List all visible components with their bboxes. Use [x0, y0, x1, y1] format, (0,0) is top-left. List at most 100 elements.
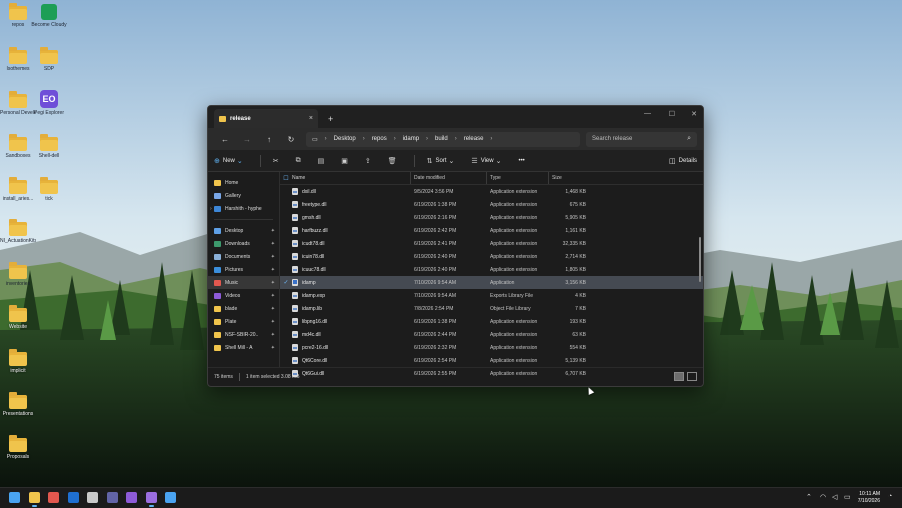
desktop-icon-website[interactable]: Website: [0, 305, 36, 330]
search-input[interactable]: Search release ⌕: [586, 131, 697, 147]
desktop-icon-shell-dell[interactable]: Shell-dell: [31, 134, 67, 159]
desktop-icon-inventories[interactable]: inventories: [0, 262, 36, 287]
table-row[interactable]: freetype.dll 6/19/2026 1:38 PM Application…: [280, 198, 703, 211]
app-window-icon[interactable]: [145, 492, 157, 507]
breadcrumb[interactable]: ▭ › Desktop › repos › idamp › build › re…: [306, 131, 580, 147]
table-row[interactable]: dxil.dll 9/5/2024 3:56 PM Application exte…: [280, 185, 703, 198]
desktop-icon-ni-actuationkits[interactable]: NI_ActuationKits: [0, 219, 36, 244]
table-row[interactable]: libpng16.dll 6/19/2026 1:38 PM Application…: [280, 315, 703, 328]
table-row[interactable]: icuin78.dll 6/19/2026 2:40 PM Application …: [280, 250, 703, 263]
column-header-type[interactable]: Type: [487, 175, 548, 181]
monitor-icon[interactable]: ▭: [312, 136, 318, 143]
file-size: 5,139 KB: [565, 357, 586, 364]
sidebar-item-documents[interactable]: Documents ✦: [208, 250, 279, 263]
back-arrow-icon[interactable]: ←: [214, 135, 236, 144]
vertical-scrollbar[interactable]: [699, 237, 701, 282]
sidebar-item-label: Downloads: [225, 240, 250, 247]
forward-arrow-icon[interactable]: →: [236, 135, 258, 144]
sidebar-item-nsf-sbir[interactable]: NSF-SBIR-20.. ✦: [208, 328, 279, 341]
table-row[interactable]: pcre2-16.dll 6/19/2026 2:32 PM Application…: [280, 341, 703, 354]
up-arrow-icon[interactable]: ↑: [258, 135, 280, 144]
tab-release[interactable]: release ×: [214, 109, 318, 128]
table-row[interactable]: idamp.lib 7/8/2026 2:54 PM Object File Lib…: [280, 302, 703, 315]
table-row[interactable]: idamp.exp 7/10/2026 9:54 AM Exports Librar…: [280, 289, 703, 302]
sidebar-item-music[interactable]: Music ✦: [208, 276, 279, 289]
notepad-icon[interactable]: [87, 492, 98, 503]
sidebar-item-gallery[interactable]: Gallery: [208, 189, 279, 202]
teams-icon[interactable]: [106, 492, 118, 503]
column-header-name[interactable]: Name: [292, 175, 410, 181]
share-button[interactable]: ⇪: [365, 157, 374, 165]
start-icon[interactable]: [9, 492, 20, 503]
sidebar-item-downloads[interactable]: Downloads ✦: [208, 237, 279, 250]
battery-icon[interactable]: ▭: [844, 493, 851, 501]
view-button[interactable]: ☰ View ⌄: [471, 157, 504, 165]
paste-button[interactable]: ▤: [318, 157, 328, 165]
desktop-icon-become-cloudy[interactable]: Become Cloudy: [31, 4, 67, 28]
sort-button[interactable]: ⇅ Sort ⌄: [427, 157, 458, 165]
terminal-icon[interactable]: [165, 492, 176, 503]
sidebar-item-label: NSF-SBIR-20..: [225, 331, 259, 338]
new-button[interactable]: ⊕ New ⌄: [214, 157, 246, 165]
desktop-icon-proposals[interactable]: Proposals: [0, 435, 36, 460]
chevron-up-icon[interactable]: ⌃: [806, 493, 812, 501]
desktop-icon-presentations[interactable]: Presentations: [0, 392, 36, 417]
sidebar-item-shell-mill[interactable]: Shell Mill - A ✦: [208, 341, 279, 354]
desktop-icon-tick[interactable]: tick: [31, 177, 67, 202]
column-header-date[interactable]: Date modified: [411, 175, 486, 181]
sidebar-item-blade[interactable]: blade ✦: [208, 302, 279, 315]
breadcrumb-desktop[interactable]: Desktop: [334, 136, 356, 142]
folder-icon: [40, 134, 58, 151]
breadcrumb-repos[interactable]: repos: [372, 136, 387, 142]
tab-close-button[interactable]: ×: [309, 115, 313, 122]
scissors-icon: ✂: [272, 157, 279, 165]
close-window-button[interactable]: ✕: [691, 110, 697, 118]
breadcrumb-idamp[interactable]: idamp: [403, 136, 419, 142]
maximize-button[interactable]: ☐: [669, 110, 675, 118]
column-header-size[interactable]: Size: [549, 175, 590, 181]
visual-studio-icon[interactable]: [126, 492, 137, 503]
row-checkbox[interactable]: ✓: [280, 279, 292, 286]
details-pane-button[interactable]: ◫ Details: [669, 157, 697, 165]
file-date: 6/19/2026 1:38 PM: [414, 318, 457, 325]
table-row[interactable]: harfbuzz.dll 6/19/2026 2:42 PM Application…: [280, 224, 703, 237]
desktop-icon-implicit[interactable]: implicit: [0, 349, 36, 374]
chrome-icon[interactable]: [48, 492, 59, 503]
new-tab-button[interactable]: +: [328, 114, 333, 124]
search-icon[interactable]: ⌕: [687, 135, 691, 143]
notification-bell-icon[interactable]: ◔: [888, 493, 892, 500]
minimize-button[interactable]: —: [644, 110, 651, 117]
breadcrumb-release[interactable]: release: [464, 136, 484, 142]
outlook-icon[interactable]: [67, 492, 79, 503]
delete-button[interactable]: 🗑: [388, 157, 400, 165]
table-row[interactable]: icudt78.dll 6/19/2026 2:41 PM Application …: [280, 237, 703, 250]
wifi-icon[interactable]: ◠: [820, 493, 826, 501]
cut-button[interactable]: ✂: [273, 157, 282, 165]
sidebar-item-pictures[interactable]: Pictures ✦: [208, 263, 279, 276]
table-row[interactable]: md4c.dll 6/19/2026 2:44 PM Application ext…: [280, 328, 703, 341]
sidebar-item-home[interactable]: Home: [208, 176, 279, 189]
desktop-icon-sdp[interactable]: SDP: [31, 47, 67, 72]
rename-button[interactable]: ▣: [341, 157, 351, 165]
table-row[interactable]: Qt6Core.dll 6/19/2026 2:54 PM Application …: [280, 354, 703, 367]
table-row[interactable]: icuuc78.dll 6/19/2026 2:40 PM Application …: [280, 263, 703, 276]
table-row[interactable]: Qt6Gui.dll 6/19/2026 2:55 PM Application e…: [280, 367, 703, 380]
folder-icon: [9, 177, 27, 194]
refresh-icon[interactable]: ↻: [280, 135, 302, 144]
file-explorer-icon[interactable]: [28, 492, 40, 507]
copy-button[interactable]: ⧉: [296, 157, 304, 165]
more-options-button[interactable]: •••: [518, 158, 524, 164]
breadcrumb-build[interactable]: build: [435, 136, 448, 142]
sidebar-item-plate[interactable]: Plate ✦: [208, 315, 279, 328]
volume-icon[interactable]: ◁: [832, 493, 837, 501]
sidebar-item-videos[interactable]: Videos ✦: [208, 289, 279, 302]
table-row[interactable]: ✓ idamp 7/10/2026 9:54 AM Application 3,156 …: [280, 276, 703, 289]
select-all-checkbox[interactable]: ☐: [280, 175, 292, 182]
desktop-icon-pegi-explorer[interactable]: EO Pegi Explorer: [31, 90, 67, 116]
sidebar-item-label: blade: [225, 305, 238, 312]
clock[interactable]: 10:11 AM 7/10/2026: [858, 491, 880, 505]
sidebar-item-desktop[interactable]: Desktop ✦: [208, 224, 279, 237]
table-row[interactable]: gmsh.dll 6/19/2026 2:16 PM Application ext…: [280, 211, 703, 224]
chevron-right-icon[interactable]: ›: [210, 206, 212, 212]
sidebar-item-onedrive[interactable]: › Harshith - hyphe: [208, 202, 279, 215]
